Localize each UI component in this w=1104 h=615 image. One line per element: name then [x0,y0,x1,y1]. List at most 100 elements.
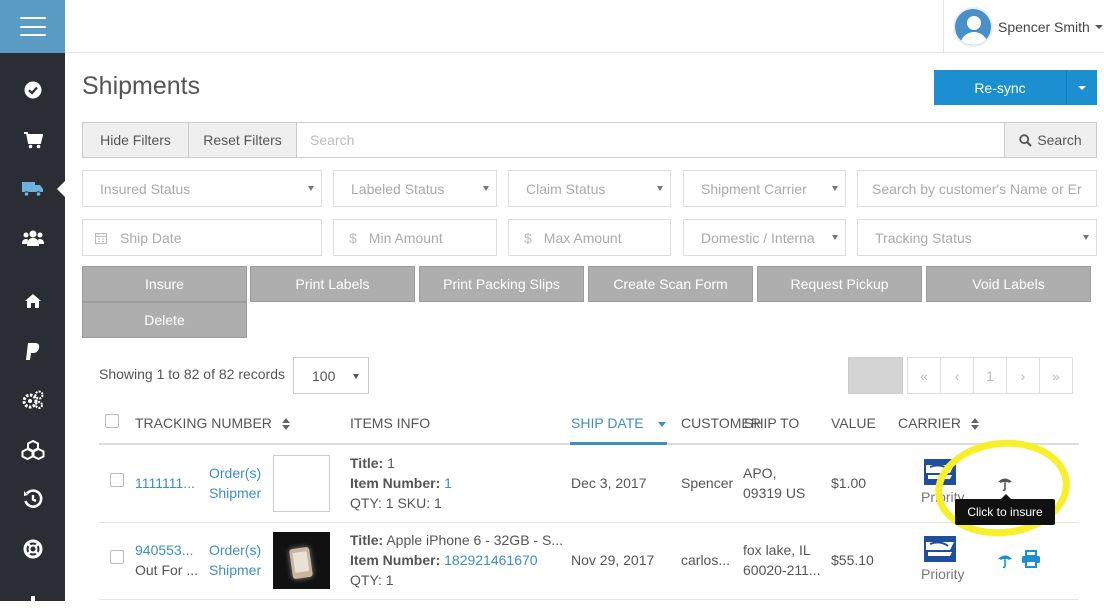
sidebar-item-more[interactable] [0,585,65,615]
insure-button[interactable]: Insure [82,266,247,302]
dropdown-arrow-icon [308,186,314,191]
void-labels-button[interactable]: Void Labels [926,266,1091,302]
ship-to-line2: 09319 US [743,485,806,501]
title-value: Apple iPhone 6 - 32GB - S... [383,532,563,548]
search-input[interactable]: Search [297,122,1005,158]
ship-date: Nov 29, 2017 [571,552,655,568]
records-summary: Showing 1 to 82 of 82 records [99,366,286,382]
orders-link[interactable]: Order(s) [209,463,261,483]
title-value: 1 [383,455,395,471]
sidebar-item-paypal[interactable] [0,336,65,366]
claim-status-select[interactable]: Claim Status [508,170,671,207]
sidebar-item-history[interactable] [0,484,65,514]
insured-status-label: Insured Status [100,180,191,197]
truck-icon [21,182,43,197]
col-tracking-label: TRACKING NUMBER [135,415,272,431]
pagination-spacer [848,357,903,394]
search-button[interactable]: Search [1005,122,1097,158]
select-all-checkbox[interactable] [105,414,119,428]
item-qty: QTY: 1 [350,572,394,588]
print-label-button[interactable] [1021,549,1041,569]
tracking-status-select[interactable]: Tracking Status [857,219,1097,256]
avatar [953,6,993,47]
resync-dropdown-button[interactable] [1067,70,1097,105]
value: $1.00 [831,475,867,491]
sidebar-item-cart[interactable] [0,125,65,155]
domestic-international-select[interactable]: Domestic / Interna [683,219,846,256]
col-carrier-label: CARRIER [898,415,962,431]
tracking-number-link[interactable]: 940553... [135,540,193,560]
delete-button[interactable]: Delete [82,302,247,338]
customer-search-input[interactable]: Search by customer's Name or Er [857,170,1097,207]
reset-filters-button[interactable]: Reset Filters [189,122,297,158]
users-icon [21,230,44,246]
row-checkbox[interactable] [110,550,124,564]
ship-date-input[interactable]: Ship Date [82,219,322,256]
cart-icon [23,132,43,149]
insured-status-select[interactable]: Insured Status [82,170,322,207]
col-carrier[interactable]: CARRIER [898,415,979,431]
tracking-number-link[interactable]: 1111111... [135,473,195,493]
max-amount-input[interactable]: $ Max Amount [508,219,671,256]
orders-link[interactable]: Order(s) [209,540,261,560]
col-ship-to: SHIP TO [744,415,800,431]
user-menu[interactable]: Spencer Smith [943,0,1104,53]
search-icon [1019,133,1033,147]
col-ship-date[interactable]: SHIP DATE [571,415,666,431]
prev-page-button[interactable]: ‹ [940,357,974,394]
first-page-button[interactable]: « [907,357,941,394]
sidebar-item-home[interactable] [0,286,65,316]
info-icon [30,596,35,608]
next-page-button[interactable]: › [1006,357,1040,394]
page-size-select[interactable]: 100 [293,357,369,394]
item-number-link[interactable]: 1 [440,475,452,491]
labeled-status-select[interactable]: Labeled Status [333,170,497,207]
sidebar-item-support[interactable] [0,534,65,564]
cubes-icon [21,440,44,460]
item-thumbnail [273,455,330,512]
sidebar-item-shipments[interactable] [0,174,65,204]
resync-button-group: Re-sync [934,70,1097,105]
sort-icon [281,418,290,431]
gears-icon [22,390,43,409]
claim-status-label: Claim Status [526,180,606,197]
request-pickup-button[interactable]: Request Pickup [757,266,922,302]
sidebar-item-check[interactable] [0,75,65,105]
sidebar-item-customers[interactable] [0,223,65,253]
create-scan-form-button[interactable]: Create Scan Form [588,266,753,302]
print-labels-button[interactable]: Print Labels [250,266,415,302]
col-tracking-number[interactable]: TRACKING NUMBER [135,415,290,431]
sort-desc-icon [657,421,666,427]
shipment-link[interactable]: Shipmer [209,483,261,503]
sidebar-item-settings[interactable] [0,385,65,415]
row-checkbox[interactable] [110,473,124,487]
min-amount-input[interactable]: $ Min Amount [333,219,497,256]
usps-logo-icon [924,536,956,562]
col-items-info: ITEMS INFO [350,415,431,431]
history-icon [23,489,42,508]
page-title: Shipments [82,72,201,100]
item-number-link[interactable]: 182921461670 [440,552,537,568]
title-label: Title: [350,455,384,471]
dropdown-arrow-icon [657,186,663,191]
customer-name: carlos... [681,552,731,568]
domestic-international-label: Domestic / Interna [701,229,815,246]
menu-toggle-button[interactable] [0,0,65,53]
page-1-button[interactable]: 1 [973,357,1007,394]
hide-filters-button[interactable]: Hide Filters [82,122,189,158]
item-number-label: Item Number: [350,552,441,568]
col-ship-date-label: SHIP DATE [571,415,644,431]
sidebar-item-inventory[interactable] [0,435,65,465]
col-value: VALUE [831,415,876,431]
table-row[interactable]: 1111111... Order(s) Shipmer Title: 1 Ite… [99,446,1079,523]
shipment-carrier-select[interactable]: Shipment Carrier [683,170,846,207]
insure-row-button[interactable] [995,550,1015,570]
table-row[interactable]: 940553... Out For ... Order(s) Shipmer T… [99,523,1079,600]
dollar-icon: $ [524,229,532,246]
print-packing-slips-button[interactable]: Print Packing Slips [419,266,584,302]
pagination: « ‹ 1 › » [848,357,1073,394]
ship-date: Dec 3, 2017 [571,475,647,491]
resync-button[interactable]: Re-sync [934,70,1067,105]
last-page-button[interactable]: » [1039,357,1073,394]
shipment-link[interactable]: Shipmer [209,560,261,580]
